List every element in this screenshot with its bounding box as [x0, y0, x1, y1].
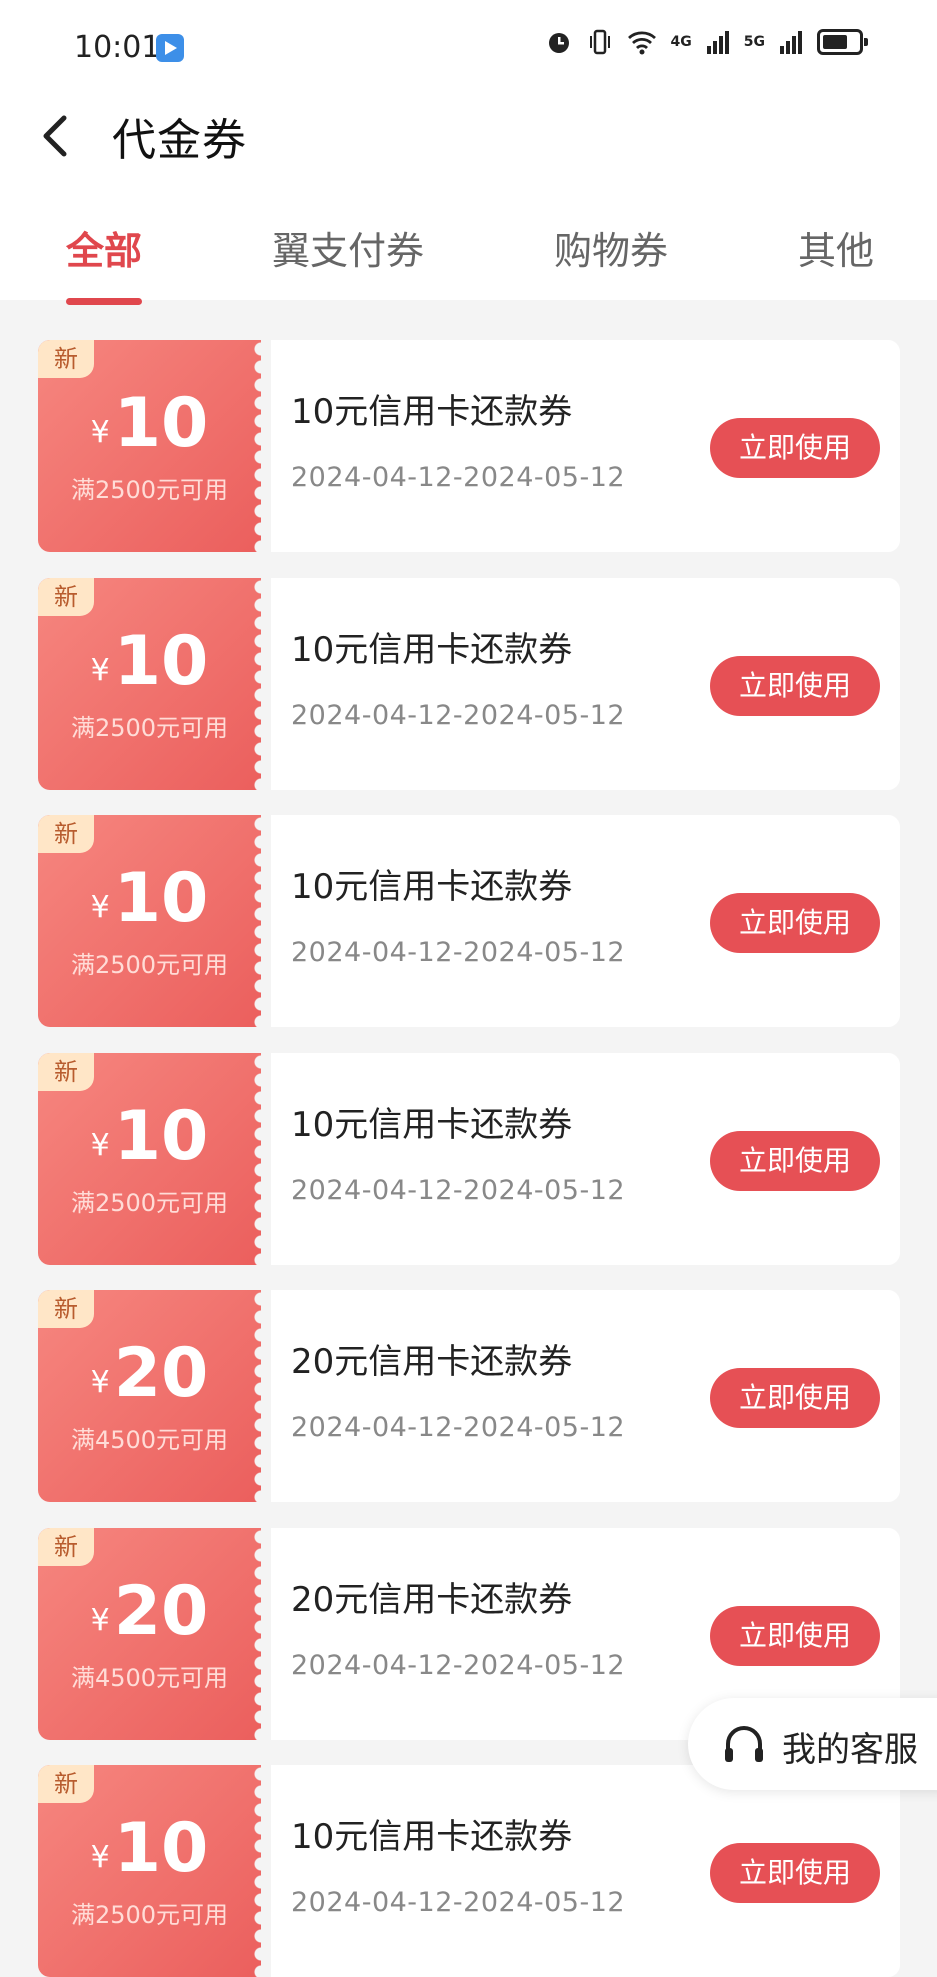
yen-symbol: ¥ [90, 1128, 110, 1163]
coupon-amount: ¥20 [38, 1572, 261, 1651]
amount-value: 10 [113, 384, 209, 463]
amount-value: 10 [113, 622, 209, 701]
coupon-value-panel: 新 ¥10 满2500元可用 [38, 1765, 261, 1977]
coupon-card: 新 ¥10 满2500元可用 10元信用卡还款券 2024-04-12-2024… [38, 340, 900, 552]
coupon-validity: 2024-04-12-2024-05-12 [291, 1887, 626, 1918]
status-icons: 4G 5G [545, 28, 868, 56]
coupon-info-panel: 20元信用卡还款券 2024-04-12-2024-05-12 立即使用 [271, 1290, 900, 1502]
coupon-card: 新 ¥10 满2500元可用 10元信用卡还款券 2024-04-12-2024… [38, 1765, 900, 1977]
wifi-icon [627, 31, 656, 55]
coupon-validity: 2024-04-12-2024-05-12 [291, 700, 626, 731]
coupon-condition: 满4500元可用 [70, 1664, 229, 1692]
coupon-condition: 满2500元可用 [70, 951, 229, 979]
amount-value: 20 [113, 1572, 209, 1651]
customer-service-label: 我的客服 [782, 1730, 918, 1770]
coupon-info-panel: 10元信用卡还款券 2024-04-12-2024-05-12 立即使用 [271, 815, 900, 1027]
coupon-value-panel: 新 ¥10 满2500元可用 [38, 578, 261, 790]
yen-symbol: ¥ [90, 415, 110, 450]
coupon-amount: ¥10 [38, 622, 261, 701]
coupon-value-panel: 新 ¥20 满4500元可用 [38, 1528, 261, 1740]
coupon-validity: 2024-04-12-2024-05-12 [291, 1650, 626, 1681]
coupon-amount: ¥10 [38, 859, 261, 938]
page-title: 代金券 [112, 115, 247, 166]
vibrate-icon [589, 29, 610, 55]
new-badge: 新 [38, 578, 94, 616]
tab-other[interactable]: 其他 [798, 220, 874, 275]
use-now-button[interactable]: 立即使用 [710, 1368, 880, 1428]
new-badge: 新 [38, 815, 94, 853]
coupon-info-panel: 10元信用卡还款券 2024-04-12-2024-05-12 立即使用 [271, 1053, 900, 1265]
amount-value: 10 [113, 1097, 209, 1176]
coupon-title: 10元信用卡还款券 [291, 1817, 573, 1857]
coupon-value-panel: 新 ¥10 满2500元可用 [38, 815, 261, 1027]
signal-bars-2-icon [780, 31, 802, 54]
coupon-value-panel: 新 ¥20 满4500元可用 [38, 1290, 261, 1502]
coupon-validity: 2024-04-12-2024-05-12 [291, 1412, 626, 1443]
coupon-condition: 满2500元可用 [70, 714, 229, 742]
amount-value: 10 [113, 859, 209, 938]
use-now-button[interactable]: 立即使用 [710, 418, 880, 478]
new-badge: 新 [38, 1528, 94, 1566]
new-badge: 新 [38, 1290, 94, 1328]
coupon-condition: 满2500元可用 [70, 1901, 229, 1929]
coupon-card: 新 ¥10 满2500元可用 10元信用卡还款券 2024-04-12-2024… [38, 815, 900, 1027]
coupon-title: 20元信用卡还款券 [291, 1342, 573, 1382]
battery-icon [817, 29, 868, 55]
coupon-validity: 2024-04-12-2024-05-12 [291, 1175, 626, 1206]
amount-value: 20 [113, 1334, 209, 1413]
status-time: 10:01 [74, 30, 161, 65]
back-arrow-icon[interactable] [36, 112, 76, 160]
coupon-info-panel: 10元信用卡还款券 2024-04-12-2024-05-12 立即使用 [271, 340, 900, 552]
yen-symbol: ¥ [90, 890, 110, 925]
coupon-validity: 2024-04-12-2024-05-12 [291, 937, 626, 968]
new-badge: 新 [38, 1053, 94, 1091]
signal-4g-icon: 4G [670, 34, 692, 50]
app-notification-icon [156, 34, 184, 62]
new-badge: 新 [38, 340, 94, 378]
coupon-condition: 满4500元可用 [70, 1426, 229, 1454]
coupon-title: 10元信用卡还款券 [291, 867, 573, 907]
alarm-icon [548, 33, 569, 53]
coupon-info-panel: 10元信用卡还款券 2024-04-12-2024-05-12 立即使用 [271, 1765, 900, 1977]
coupon-title: 20元信用卡还款券 [291, 1580, 573, 1620]
coupon-condition: 满2500元可用 [70, 1189, 229, 1217]
customer-service-button[interactable]: 我的客服 [688, 1698, 937, 1790]
yen-symbol: ¥ [90, 1603, 110, 1638]
headset-icon [725, 1726, 763, 1762]
coupon-amount: ¥20 [38, 1334, 261, 1413]
use-now-button[interactable]: 立即使用 [710, 893, 880, 953]
coupon-card: 新 ¥10 满2500元可用 10元信用卡还款券 2024-04-12-2024… [38, 1053, 900, 1265]
coupon-title: 10元信用卡还款券 [291, 1105, 573, 1145]
new-badge: 新 [38, 1765, 94, 1803]
yen-symbol: ¥ [90, 653, 110, 688]
yen-symbol: ¥ [90, 1365, 110, 1400]
coupon-info-panel: 10元信用卡还款券 2024-04-12-2024-05-12 立即使用 [271, 578, 900, 790]
yen-symbol: ¥ [90, 1840, 110, 1875]
coupon-amount: ¥10 [38, 384, 261, 463]
amount-value: 10 [113, 1809, 209, 1888]
coupon-value-panel: 新 ¥10 满2500元可用 [38, 1053, 261, 1265]
coupon-amount: ¥10 [38, 1809, 261, 1888]
coupon-condition: 满2500元可用 [70, 476, 229, 504]
tab-bestpay[interactable]: 翼支付券 [272, 220, 424, 275]
signal-bars-icon [706, 31, 729, 54]
use-now-button[interactable]: 立即使用 [710, 1131, 880, 1191]
app-header: 10:01 4G 5G 代金券 全部 翼支付券 购物券 其他 [0, 0, 937, 305]
use-now-button[interactable]: 立即使用 [710, 656, 880, 716]
tab-bar: 全部 翼支付券 购物券 其他 [0, 210, 937, 305]
coupon-value-panel: 新 ¥10 满2500元可用 [38, 340, 261, 552]
tab-active-indicator [66, 298, 142, 305]
use-now-button[interactable]: 立即使用 [710, 1606, 880, 1666]
coupon-title: 10元信用卡还款券 [291, 630, 573, 670]
coupon-card: 新 ¥20 满4500元可用 20元信用卡还款券 2024-04-12-2024… [38, 1290, 900, 1502]
use-now-button[interactable]: 立即使用 [710, 1843, 880, 1903]
coupon-title: 10元信用卡还款券 [291, 392, 573, 432]
signal-5g-icon: 5G [743, 34, 765, 50]
tab-all[interactable]: 全部 [66, 220, 142, 275]
coupon-amount: ¥10 [38, 1097, 261, 1176]
coupon-validity: 2024-04-12-2024-05-12 [291, 462, 626, 493]
tab-shopping[interactable]: 购物券 [554, 220, 668, 275]
coupon-card: 新 ¥10 满2500元可用 10元信用卡还款券 2024-04-12-2024… [38, 578, 900, 790]
